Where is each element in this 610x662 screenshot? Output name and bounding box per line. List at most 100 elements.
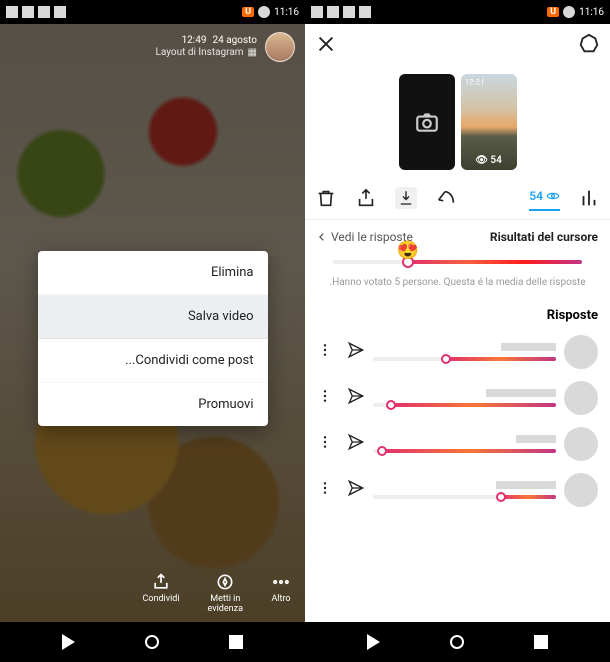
paper-plane-icon <box>347 341 365 359</box>
menu-item-elimina[interactable]: Elimina <box>38 251 268 295</box>
footer-condividi[interactable]: Condividi <box>143 572 180 614</box>
replies-title: Risposte <box>305 300 610 329</box>
story-viewer[interactable]: 12:49 24 agosto Layout di Instagram ▦ El… <box>0 24 305 622</box>
nav-home[interactable] <box>450 635 464 649</box>
footer-altro[interactable]: Altro <box>271 572 291 614</box>
sound-icon <box>343 6 355 18</box>
views-tab[interactable]: 54 <box>529 189 560 211</box>
replies-list <box>305 329 610 513</box>
thumb-story[interactable]: 15:51 👁 54 <box>461 74 517 170</box>
nav-recent[interactable] <box>229 635 243 649</box>
paper-plane-icon <box>347 433 365 451</box>
section-head: Vedi le risposte Risultati del cursore <box>305 220 610 250</box>
story-time: 12:49 <box>182 35 207 47</box>
status-time: 11:16 <box>274 7 299 18</box>
reply-slider <box>373 357 556 361</box>
insights-screen: 15:51 👁 54 54 <box>305 24 610 622</box>
reply-username-redacted <box>496 481 556 489</box>
paper-plane-icon <box>347 387 365 405</box>
thumb-camera[interactable] <box>399 74 455 170</box>
reply-avatar[interactable] <box>564 335 598 369</box>
menu-item-condividi-post[interactable]: Condividi come post... <box>38 339 268 383</box>
reply-knob <box>496 492 506 502</box>
footer-metti-evidenza[interactable]: Metti in evidenza <box>208 572 243 614</box>
reply-send-button[interactable] <box>347 433 365 455</box>
views-count: 54 <box>529 189 543 203</box>
footer-condividi-label: Condividi <box>143 594 180 604</box>
right-phone: U 11:16 15:51 👁 54 <box>305 0 610 662</box>
story-date: 24 agosto <box>212 35 257 47</box>
reply-knob <box>441 354 451 364</box>
wifi-icon <box>327 6 339 18</box>
slider-track: 😍 <box>333 260 582 264</box>
reply-fill <box>501 495 556 499</box>
close-button[interactable] <box>315 33 337 59</box>
reply-body <box>373 435 556 453</box>
vpn-badge: U <box>547 7 559 17</box>
reply-fill <box>391 403 556 407</box>
reply-slider <box>373 449 556 453</box>
slider-fill <box>408 260 582 264</box>
status-time: 11:16 <box>579 7 604 18</box>
bluetooth-icon <box>359 6 371 18</box>
trash-icon <box>315 187 337 209</box>
reply-avatar[interactable] <box>564 427 598 461</box>
more-vertical-icon <box>317 480 333 496</box>
reply-knob <box>386 400 396 410</box>
settings-button[interactable] <box>578 33 600 59</box>
reply-actions <box>317 387 365 409</box>
reply-actions <box>317 479 365 501</box>
send-button[interactable] <box>435 187 457 209</box>
reply-slider <box>373 495 556 499</box>
gear-outline-icon <box>578 33 600 55</box>
reply-fill <box>446 357 556 361</box>
avatar[interactable] <box>265 32 295 62</box>
more-icon <box>271 572 291 592</box>
nav-back[interactable] <box>62 634 75 650</box>
reply-avatar[interactable] <box>564 473 598 507</box>
signal-icon <box>311 6 323 18</box>
nav-back[interactable] <box>367 634 380 650</box>
eye-icon <box>546 189 560 203</box>
android-nav-bar <box>0 622 305 662</box>
download-icon <box>397 189 415 207</box>
menu-item-promuovi[interactable]: Promuovi <box>38 383 268 426</box>
download-button[interactable] <box>395 187 417 209</box>
thumb-views: 👁 54 <box>461 155 517 166</box>
stats-tab[interactable] <box>578 187 600 209</box>
reply-send-button[interactable] <box>347 387 365 409</box>
more-vertical-icon <box>317 388 333 404</box>
nav-home[interactable] <box>145 635 159 649</box>
heart-eyes-emoji: 😍 <box>396 240 418 261</box>
menu-item-salva-video[interactable]: Salva video <box>38 295 268 339</box>
highlight-icon <box>215 572 235 592</box>
reply-actions <box>317 433 365 455</box>
bluetooth-icon <box>54 6 66 18</box>
slider-result-summary: 😍 <box>305 250 610 270</box>
action-row: 54 <box>305 180 610 220</box>
story-thumbnails: 15:51 👁 54 <box>305 68 610 180</box>
share-button[interactable] <box>355 187 377 209</box>
reply-more-button[interactable] <box>317 342 333 362</box>
reply-row <box>305 329 610 375</box>
reply-row <box>305 467 610 513</box>
reply-send-button[interactable] <box>347 479 365 501</box>
reply-username-redacted <box>486 389 556 397</box>
share-up-icon <box>151 572 171 592</box>
reply-more-button[interactable] <box>317 434 333 454</box>
reply-more-button[interactable] <box>317 480 333 500</box>
results-title: Risultati del cursore <box>490 230 598 244</box>
reply-avatar[interactable] <box>564 381 598 415</box>
reply-body <box>373 481 556 499</box>
status-bar: U 11:16 <box>305 0 610 24</box>
reply-knob <box>377 446 387 456</box>
share-up-icon <box>355 187 377 209</box>
left-phone: U 11:16 12:49 24 agosto Layout di Instag… <box>0 0 305 662</box>
battery-icon <box>563 6 575 18</box>
delete-button[interactable] <box>315 187 337 209</box>
reply-send-button[interactable] <box>347 341 365 363</box>
reply-row <box>305 375 610 421</box>
nav-recent[interactable] <box>534 635 548 649</box>
reply-more-button[interactable] <box>317 388 333 408</box>
status-bar: U 11:16 <box>0 0 305 24</box>
